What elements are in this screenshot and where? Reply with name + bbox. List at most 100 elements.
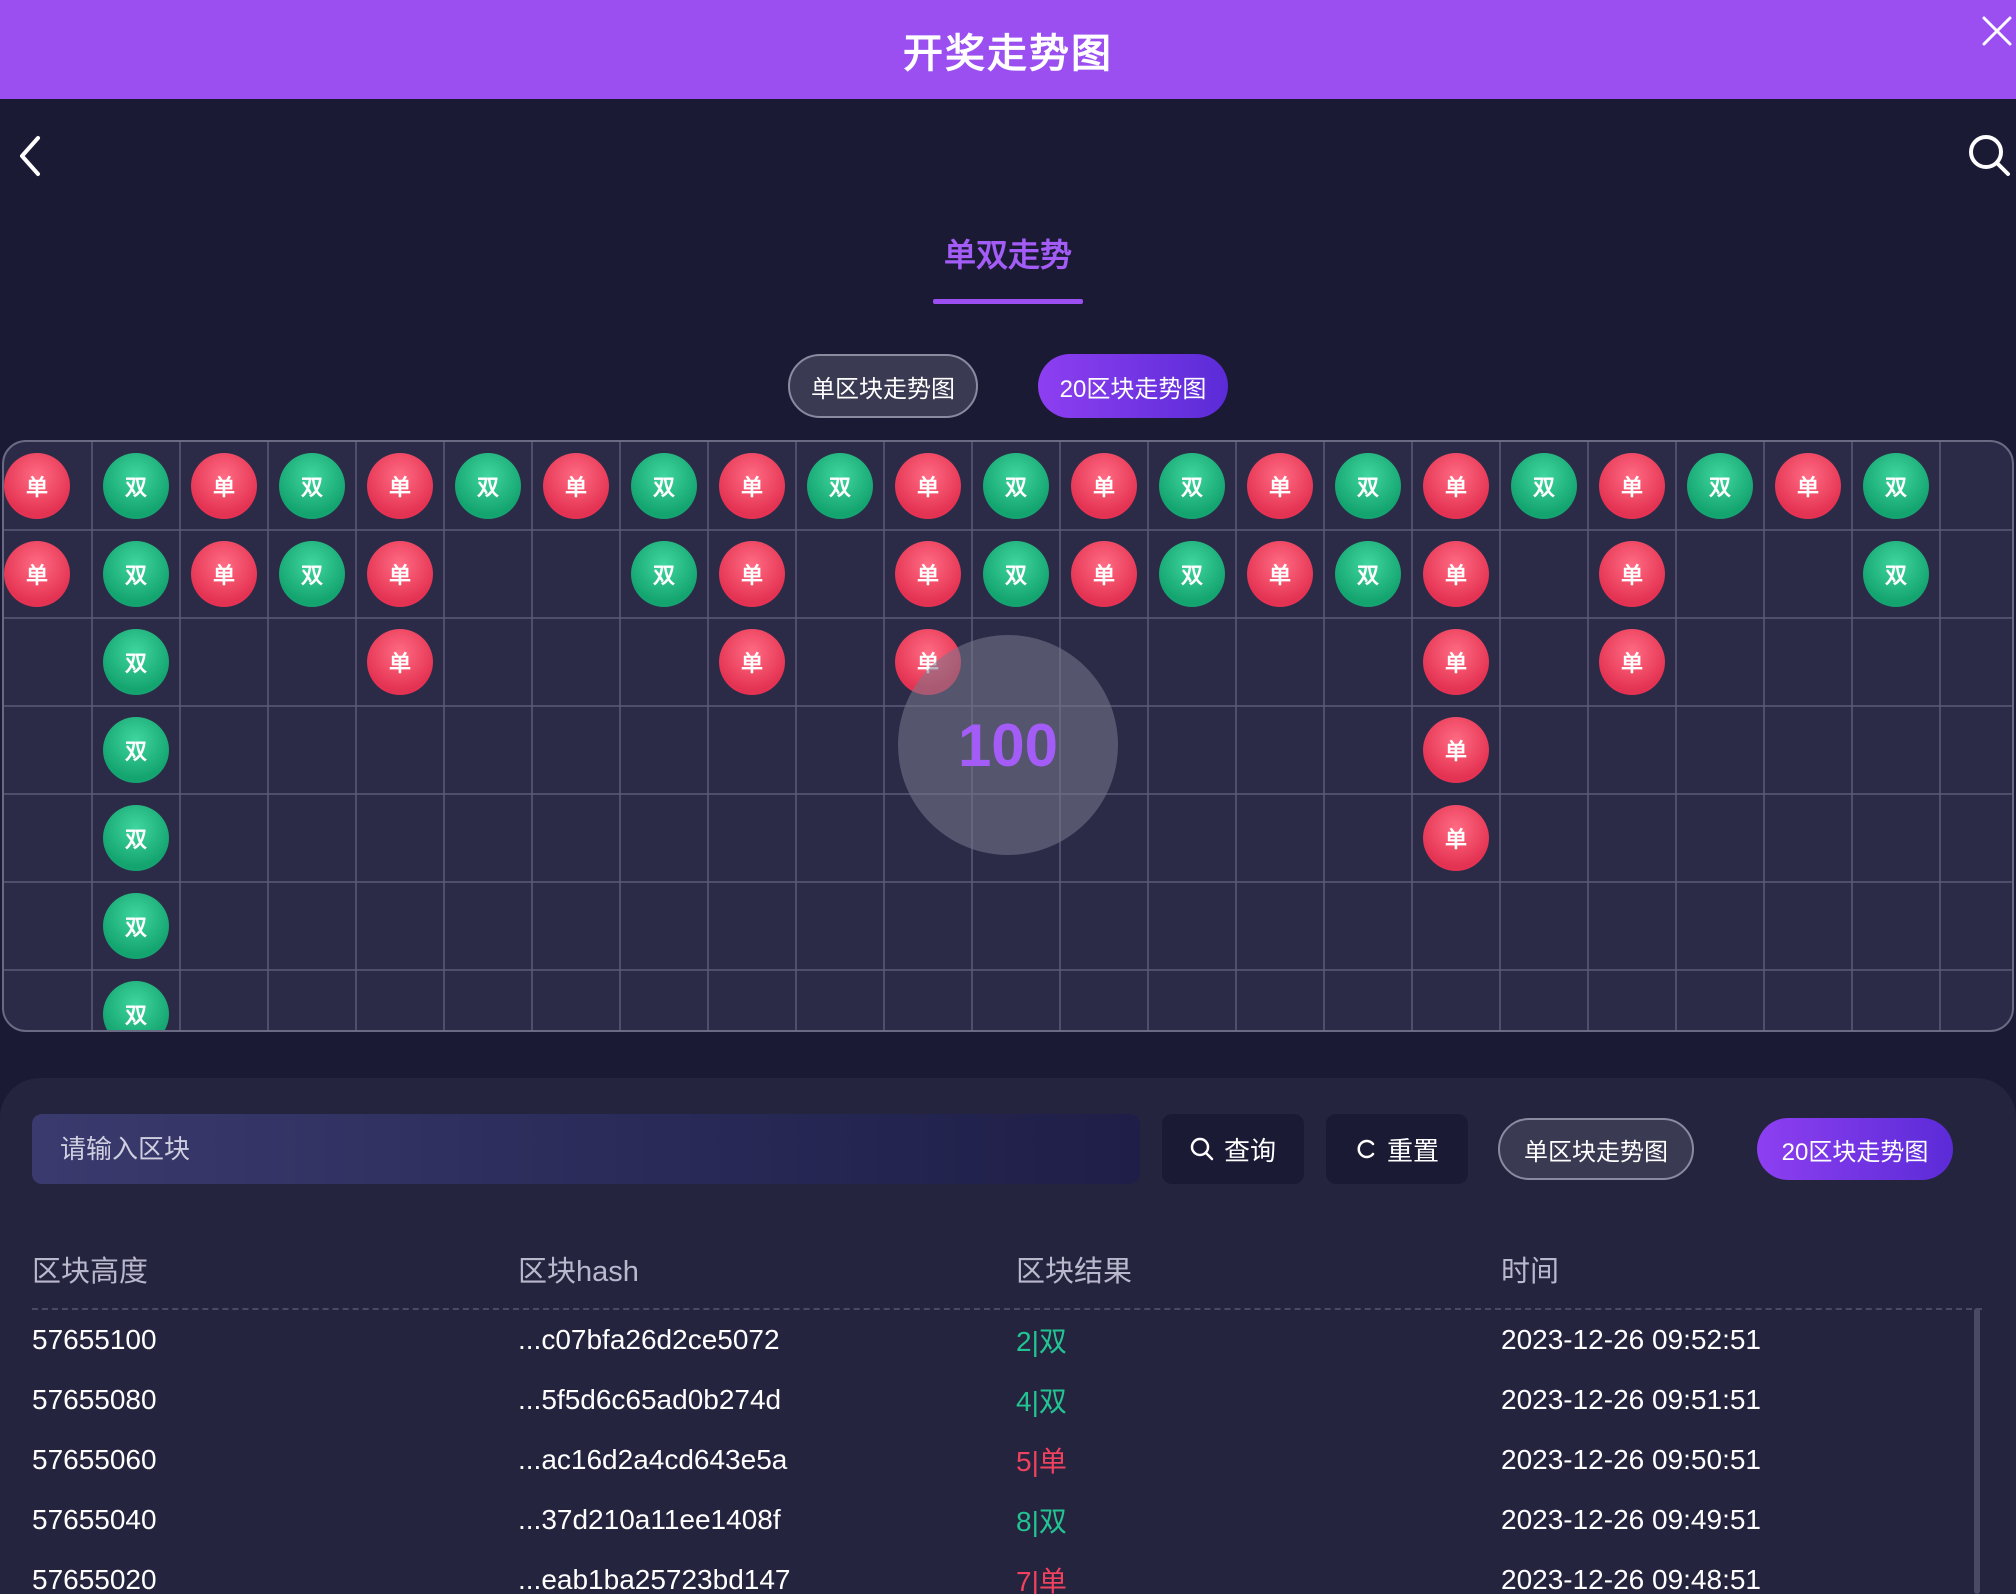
trend-ball: 双 bbox=[103, 717, 169, 783]
trend-ball: 双 bbox=[279, 453, 345, 519]
trend-ball: 单 bbox=[191, 541, 257, 607]
cell-result: 5|单 bbox=[1016, 1446, 1067, 1477]
trend-ball: 单 bbox=[1423, 629, 1489, 695]
single-block-trend-button-bottom[interactable]: 单区块走势图 bbox=[1498, 1118, 1694, 1180]
refresh-icon bbox=[1357, 1139, 1375, 1159]
cell-result: 7|单 bbox=[1016, 1566, 1067, 1594]
trend-ball: 双 bbox=[1687, 453, 1753, 519]
cell-time: 2023-12-26 09:50:51 bbox=[1501, 1444, 1761, 1475]
trend-ball: 单 bbox=[367, 541, 433, 607]
header-hash: 区块hash bbox=[518, 1256, 639, 1288]
cell-hash: ...37d210a11ee1408f bbox=[518, 1504, 781, 1535]
trend-ball: 单 bbox=[895, 541, 961, 607]
tab-odd-even-trend[interactable]: 单双走势 bbox=[933, 230, 1083, 304]
trend-ball: 单 bbox=[1071, 453, 1137, 519]
search-icon[interactable] bbox=[1966, 130, 2014, 178]
tab-label: 单双走势 bbox=[943, 237, 1072, 273]
trend-ball: 单 bbox=[1599, 541, 1665, 607]
query-label: 查询 bbox=[1223, 1135, 1276, 1166]
trend-ball: 双 bbox=[103, 805, 169, 871]
tab-underline bbox=[933, 299, 1083, 304]
cell-hash: ...c07bfa26d2ce5072 bbox=[518, 1324, 780, 1355]
trend-ball: 单 bbox=[4, 541, 70, 607]
trend-ball: 单 bbox=[367, 629, 433, 695]
table-row: 57655080 ...5f5d6c65ad0b274d 4|双 2023-12… bbox=[32, 1370, 1982, 1430]
cell-height: 57655020 bbox=[32, 1564, 157, 1594]
trend-ball: 单 bbox=[1247, 453, 1313, 519]
trend-ball: 单 bbox=[4, 453, 70, 519]
table-row: 57655020 ...eab1ba25723bd147 7|单 2023-12… bbox=[32, 1550, 1982, 1594]
trend-ball: 单 bbox=[1599, 629, 1665, 695]
twenty-block-trend-button[interactable]: 20区块走势图 bbox=[1038, 354, 1228, 418]
trend-ball: 单 bbox=[1071, 541, 1137, 607]
close-icon[interactable] bbox=[1976, 10, 2016, 50]
trend-ball: 双 bbox=[983, 541, 1049, 607]
trend-ball: 单 bbox=[1775, 453, 1841, 519]
trend-ball: 单 bbox=[1423, 805, 1489, 871]
trend-ball: 单 bbox=[1423, 541, 1489, 607]
cell-time: 2023-12-26 09:48:51 bbox=[1501, 1564, 1761, 1594]
trend-ball: 双 bbox=[1159, 453, 1225, 519]
trend-ball: 双 bbox=[103, 629, 169, 695]
trend-ball: 单 bbox=[1247, 541, 1313, 607]
twenty-block-trend-button-bottom[interactable]: 20区块走势图 bbox=[1757, 1118, 1953, 1180]
single-block-trend-button[interactable]: 单区块走势图 bbox=[788, 354, 978, 418]
trend-ball: 单 bbox=[367, 453, 433, 519]
trend-ball: 双 bbox=[983, 453, 1049, 519]
window-title: 开奖走势图 bbox=[903, 31, 1113, 76]
table-row: 57655060 ...ac16d2a4cd643e5a 5|单 2023-12… bbox=[32, 1430, 1982, 1490]
trend-ball: 双 bbox=[455, 453, 521, 519]
trend-ball: 单 bbox=[191, 453, 257, 519]
cell-hash: ...5f5d6c65ad0b274d bbox=[518, 1384, 782, 1415]
count-overlay: 100 bbox=[898, 635, 1118, 855]
trend-ball: 双 bbox=[1863, 453, 1929, 519]
table-header: 区块高度 区块hash 区块结果 时间 bbox=[32, 1230, 1982, 1310]
trend-ball: 双 bbox=[103, 893, 169, 959]
cell-height: 57655100 bbox=[32, 1324, 157, 1355]
cell-time: 2023-12-26 09:51:51 bbox=[1501, 1384, 1761, 1415]
cell-result: 4|双 bbox=[1016, 1386, 1067, 1417]
trend-ball: 双 bbox=[103, 453, 169, 519]
trend-ball: 双 bbox=[1335, 541, 1401, 607]
records-table: 区块高度 区块hash 区块结果 时间 57655100 ...c07bfa26… bbox=[32, 1230, 1982, 1594]
trend-ball: 双 bbox=[1511, 453, 1577, 519]
header-height: 区块高度 bbox=[32, 1256, 149, 1288]
cell-result: 2|双 bbox=[1016, 1326, 1067, 1357]
cell-height: 57655040 bbox=[32, 1504, 157, 1535]
cell-height: 57655060 bbox=[32, 1444, 157, 1475]
trend-ball: 双 bbox=[1335, 453, 1401, 519]
trend-ball: 双 bbox=[807, 453, 873, 519]
trend-ball: 单 bbox=[719, 541, 785, 607]
trend-ball: 单 bbox=[1423, 717, 1489, 783]
cell-time: 2023-12-26 09:49:51 bbox=[1501, 1504, 1761, 1535]
back-icon[interactable] bbox=[12, 132, 52, 180]
reset-button[interactable]: 重置 bbox=[1326, 1114, 1468, 1184]
trend-ball: 双 bbox=[631, 541, 697, 607]
cell-hash: ...ac16d2a4cd643e5a bbox=[518, 1444, 788, 1475]
trend-ball: 双 bbox=[1863, 541, 1929, 607]
trend-ball: 双 bbox=[103, 541, 169, 607]
trend-ball: 单 bbox=[719, 453, 785, 519]
trend-ball: 双 bbox=[1159, 541, 1225, 607]
table-row: 57655040 ...37d210a11ee1408f 8|双 2023-12… bbox=[32, 1490, 1982, 1550]
table-row: 57655100 ...c07bfa26d2ce5072 2|双 2023-12… bbox=[32, 1310, 1982, 1370]
cell-time: 2023-12-26 09:52:51 bbox=[1501, 1324, 1761, 1355]
cell-result: 8|双 bbox=[1016, 1506, 1067, 1537]
trend-ball: 单 bbox=[543, 453, 609, 519]
trend-ball: 双 bbox=[631, 453, 697, 519]
trend-ball: 单 bbox=[1599, 453, 1665, 519]
magnifier-icon bbox=[1190, 1137, 1214, 1161]
trend-ball: 单 bbox=[719, 629, 785, 695]
trend-ball: 双 bbox=[279, 541, 345, 607]
app-page: 开奖走势图 单双走势 单区块走势图 20区块走势图 单单双双双双双双双单单双双单… bbox=[0, 0, 2016, 1594]
cell-height: 57655080 bbox=[32, 1384, 157, 1415]
cell-hash: ...eab1ba25723bd147 bbox=[518, 1564, 791, 1594]
block-search-input[interactable] bbox=[32, 1114, 1140, 1184]
header-time: 时间 bbox=[1501, 1256, 1560, 1288]
title-bar: 开奖走势图 bbox=[0, 0, 2016, 99]
header-result: 区块结果 bbox=[1016, 1256, 1133, 1288]
trend-ball: 单 bbox=[895, 453, 961, 519]
table-scrollbar[interactable] bbox=[1974, 1308, 1980, 1594]
reset-label: 重置 bbox=[1386, 1135, 1439, 1166]
query-button[interactable]: 查询 bbox=[1162, 1114, 1304, 1184]
